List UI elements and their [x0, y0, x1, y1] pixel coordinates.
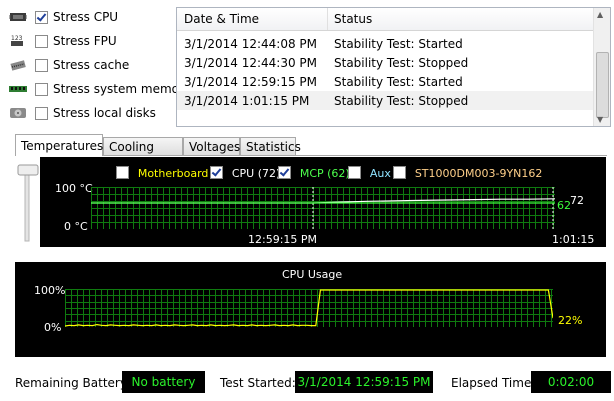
test-started-label: Test Started:	[220, 376, 296, 390]
motherboard-checkbox[interactable]	[116, 166, 129, 179]
motherboard-label: Motherboard	[137, 167, 209, 180]
log-status: Stability Test: Started	[334, 75, 463, 89]
slider-thumb	[17, 164, 39, 176]
legend-cpu[interactable]: CPU (72)	[210, 166, 280, 180]
battery-value: No battery	[122, 371, 205, 393]
legend-mcp[interactable]: MCP (62)	[278, 166, 350, 180]
stress-cache-option[interactable]: Stress cache	[8, 56, 129, 74]
temp-x-label-start: 12:59:15 PM	[248, 233, 318, 246]
cpu-usage-title: CPU Usage	[282, 268, 343, 281]
stress-cpu-option[interactable]: Stress CPU	[8, 8, 118, 26]
stress-memory-label: Stress system memory	[53, 82, 192, 96]
stress-cpu-label: Stress CPU	[53, 10, 119, 24]
cpu-usage-chart: CPU Usage 100% 0% 22%	[15, 262, 606, 357]
stress-fpu-checkbox[interactable]	[35, 34, 48, 48]
legend-motherboard[interactable]: Motherboard	[116, 166, 208, 180]
temperature-plot	[91, 187, 555, 229]
stress-fpu-label: Stress FPU	[53, 34, 117, 48]
stress-cpu-checkbox[interactable]	[35, 10, 48, 24]
tab-statistics[interactable]: Statistics	[240, 137, 301, 155]
log-row[interactable]: 3/1/2014 12:44:30 PM Stability Test: Sto…	[177, 53, 595, 72]
legend-aux[interactable]: Aux	[348, 166, 391, 180]
event-log-list[interactable]: Date & Time Status 3/1/2014 12:44:08 PM …	[176, 7, 611, 127]
log-status: Stability Test: Started	[334, 37, 463, 51]
svg-text:123: 123	[11, 35, 23, 42]
disk-temp-checkbox[interactable]	[393, 166, 406, 179]
temp-y-min-label: 0 °C	[64, 220, 88, 233]
cache-chip-icon	[10, 60, 26, 71]
log-scrollbar[interactable]: ▲ ▼	[593, 8, 610, 126]
cpu-temp-checkbox[interactable]	[210, 166, 223, 179]
stress-fpu-option[interactable]: 123 Stress FPU	[8, 32, 117, 50]
series-cpu-line	[91, 198, 555, 204]
log-row[interactable]: 3/1/2014 1:01:15 PM Stability Test: Stop…	[177, 91, 595, 110]
cpu-current-value: 22%	[558, 314, 583, 327]
log-row[interactable]: 3/1/2014 12:59:15 PM Stability Test: Sta…	[177, 72, 595, 91]
aux-label: Aux	[369, 167, 391, 180]
cpu-temp-label: CPU (72)	[231, 167, 281, 180]
stress-cache-label: Stress cache	[53, 58, 130, 72]
stress-disks-option[interactable]: Stress local disks	[8, 104, 156, 122]
stress-disks-checkbox[interactable]	[35, 106, 48, 120]
log-datetime: 3/1/2014 1:01:15 PM	[184, 94, 310, 108]
log-status: Stability Test: Stopped	[334, 94, 469, 108]
tab-temperatures[interactable]: Temperatures	[15, 134, 103, 156]
header-status[interactable]: Status	[334, 12, 372, 26]
tab-divider	[15, 155, 607, 156]
mcp-temp-label: MCP (62)	[299, 167, 350, 180]
cpu-y-max-label: 100%	[34, 284, 66, 297]
elapsed-time-value: 0:02:00	[531, 371, 611, 393]
cpu-chip-icon	[9, 13, 27, 21]
log-datetime: 3/1/2014 12:44:08 PM	[184, 37, 318, 51]
log-status: Stability Test: Stopped	[334, 56, 469, 70]
test-started-value: 3/1/2014 12:59:15 PM	[295, 371, 433, 393]
temperature-scale-slider[interactable]	[17, 163, 39, 245]
battery-label: Remaining Battery:	[15, 376, 131, 390]
stress-memory-option[interactable]: Stress system memory	[8, 80, 191, 98]
log-datetime: 3/1/2014 12:59:15 PM	[184, 75, 318, 89]
temperatures-chart: Motherboard CPU (72) MCP (62) Aux ST1000…	[40, 157, 606, 259]
aux-checkbox[interactable]	[348, 166, 361, 179]
stress-disks-label: Stress local disks	[53, 106, 156, 120]
scroll-up-icon[interactable]: ▲	[597, 10, 603, 19]
temp-x-label-end: 1:01:15 PM	[552, 233, 595, 259]
cpu-usage-plot	[65, 289, 553, 327]
disk-icon	[10, 108, 26, 118]
memory-module-icon	[9, 86, 27, 92]
scroll-down-icon[interactable]: ▼	[597, 115, 603, 124]
legend-disk[interactable]: ST1000DM003-9YN162	[393, 166, 542, 180]
disk-temp-label: ST1000DM003-9YN162	[414, 167, 543, 180]
mcp-value-label: 62	[557, 199, 571, 212]
elapsed-time-label: Elapsed Time:	[451, 376, 536, 390]
fpu-icon: 123	[11, 35, 23, 46]
temp-y-max-label: 100 °C	[55, 182, 93, 195]
tab-voltages[interactable]: Voltages	[183, 137, 240, 155]
cpu-y-min-label: 0%	[44, 321, 62, 334]
mcp-temp-checkbox[interactable]	[278, 166, 291, 179]
stress-memory-checkbox[interactable]	[35, 82, 48, 96]
log-row[interactable]: 3/1/2014 12:44:08 PM Stability Test: Sta…	[177, 34, 595, 53]
stress-cache-checkbox[interactable]	[35, 58, 48, 72]
tab-cooling-fans[interactable]: Cooling Fans	[103, 137, 183, 172]
log-datetime: 3/1/2014 12:44:30 PM	[184, 56, 318, 70]
cpu-value-label: 72	[570, 194, 584, 207]
header-divider	[327, 8, 328, 30]
header-datetime[interactable]: Date & Time	[184, 12, 259, 26]
log-header: Date & Time Status	[177, 8, 595, 31]
log-scroll-thumb[interactable]	[596, 52, 609, 118]
